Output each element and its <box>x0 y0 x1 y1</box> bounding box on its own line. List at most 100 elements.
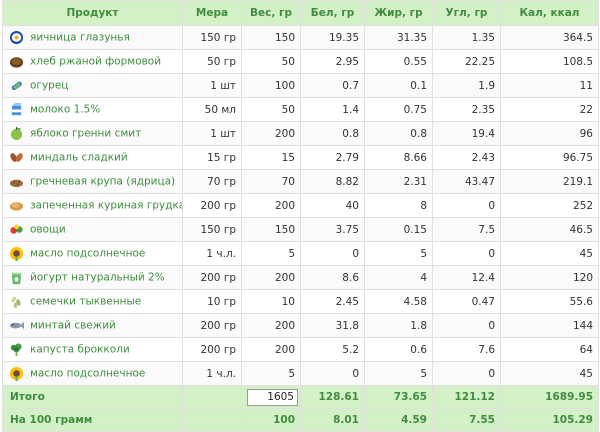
product-cell: овощи <box>2 217 183 242</box>
kcal-cell: 11 <box>500 73 599 98</box>
fat-cell: 8 <box>364 193 433 218</box>
kcal-cell: 252 <box>500 193 599 218</box>
measure-cell: 200 гр <box>182 193 242 218</box>
weight-cell: 200 <box>241 265 301 290</box>
product-name[interactable]: масло подсолнечное <box>30 248 145 260</box>
weight-cell: 200 <box>241 313 301 338</box>
per100-kcal: 105.29 <box>500 408 599 432</box>
product-cell: капуста брокколи <box>2 337 183 362</box>
kcal-cell: 55.6 <box>500 289 599 314</box>
total-measure-cell <box>182 385 242 409</box>
product-name[interactable]: запеченная куриная грудка <box>30 200 182 212</box>
milk-carton-icon <box>9 102 24 117</box>
sunflower-oil-icon <box>9 246 24 261</box>
per100-fat: 4.59 <box>364 408 433 432</box>
total-weight-cell <box>241 385 301 409</box>
protein-cell: 0.7 <box>300 73 365 98</box>
product-cell: минтай свежий <box>2 313 183 338</box>
protein-cell: 1.4 <box>300 97 365 122</box>
table-row: масло подсолнечное 1 ч.л. 5 0 5 0 45 <box>2 241 599 266</box>
product-cell: огурец <box>2 73 183 98</box>
sunflower-oil-icon <box>9 366 24 381</box>
carbs-cell: 7.6 <box>432 337 501 362</box>
weight-cell: 200 <box>241 193 301 218</box>
product-name[interactable]: яблоко гренни смит <box>30 128 141 140</box>
product-name[interactable]: хлеб ржаной формовой <box>30 56 161 68</box>
total-weight-input[interactable] <box>247 388 298 406</box>
kcal-cell: 96 <box>500 121 599 146</box>
fat-cell: 5 <box>364 361 433 386</box>
header-kcal: Кал, ккал <box>500 0 599 26</box>
kcal-cell: 22 <box>500 97 599 122</box>
protein-cell: 2.95 <box>300 49 365 74</box>
measure-cell: 70 гр <box>182 169 242 194</box>
carbs-cell: 2.43 <box>432 145 501 170</box>
header-weight: Вес, гр <box>241 0 301 26</box>
table-row: овощи 150 гр 150 3.75 0.15 7.5 46.5 <box>2 217 599 242</box>
protein-cell: 5.2 <box>300 337 365 362</box>
product-name[interactable]: молоко 1.5% <box>30 104 100 116</box>
product-name[interactable]: минтай свежий <box>30 320 116 332</box>
per100-protein: 8.01 <box>300 408 365 432</box>
table-row: яблоко гренни смит 1 шт 200 0.8 0.8 19.4 96 <box>2 121 599 146</box>
product-name[interactable]: гречневая крупа (ядрица) <box>30 176 175 188</box>
kcal-cell: 46.5 <box>500 217 599 242</box>
green-apple-icon <box>9 126 24 141</box>
header-protein: Бел, гр <box>300 0 365 26</box>
carbs-cell: 1.35 <box>432 25 501 50</box>
carbs-cell: 7.5 <box>432 217 501 242</box>
table-row: масло подсолнечное 1 ч.л. 5 0 5 0 45 <box>2 361 599 386</box>
kcal-cell: 219.1 <box>500 169 599 194</box>
header-carbs: Угл, гр <box>432 0 501 26</box>
product-name[interactable]: овощи <box>30 224 66 236</box>
carbs-cell: 22.25 <box>432 49 501 74</box>
measure-cell: 10 гр <box>182 289 242 314</box>
rye-bread-icon <box>9 54 24 69</box>
header-product: Продукт <box>2 0 183 26</box>
weight-cell: 150 <box>241 25 301 50</box>
protein-cell: 2.79 <box>300 145 365 170</box>
header-measure: Мера <box>182 0 242 26</box>
weight-cell: 10 <box>241 289 301 314</box>
header-fat: Жир, гр <box>364 0 433 26</box>
carbs-cell: 0 <box>432 241 501 266</box>
table-row: капуста брокколи 200 гр 200 5.2 0.6 7.6 64 <box>2 337 599 362</box>
table-row: гречневая крупа (ядрица) 70 гр 70 8.82 2.31 4… <box>2 169 599 194</box>
per100-row: На 100 грамм 100 8.01 4.59 7.55 105.29 <box>2 408 599 432</box>
measure-cell: 15 гр <box>182 145 242 170</box>
table-row: огурец 1 шт 100 0.7 0.1 1.9 11 <box>2 73 599 98</box>
product-name[interactable]: семечки тыквенные <box>30 296 141 308</box>
product-name[interactable]: яичница глазунья <box>30 32 130 44</box>
table-row: минтай свежий 200 гр 200 31.8 1.8 0 144 <box>2 313 599 338</box>
fat-cell: 8.66 <box>364 145 433 170</box>
product-name[interactable]: капуста брокколи <box>30 344 130 356</box>
weight-cell: 50 <box>241 49 301 74</box>
measure-cell: 1 ч.л. <box>182 241 242 266</box>
carbs-cell: 0 <box>432 313 501 338</box>
carbs-cell: 1.9 <box>432 73 501 98</box>
product-name[interactable]: масло подсолнечное <box>30 368 145 380</box>
protein-cell: 0.8 <box>300 121 365 146</box>
product-name[interactable]: миндаль сладкий <box>30 152 128 164</box>
fat-cell: 0.6 <box>364 337 433 362</box>
per100-measure-cell <box>182 408 242 432</box>
chicken-breast-icon <box>9 198 24 213</box>
weight-cell: 15 <box>241 145 301 170</box>
cucumber-icon <box>9 78 24 93</box>
yogurt-glass-icon <box>9 270 24 285</box>
kcal-cell: 108.5 <box>500 49 599 74</box>
measure-cell: 1 ч.л. <box>182 361 242 386</box>
carbs-cell: 0.47 <box>432 289 501 314</box>
pollock-fish-icon <box>9 318 24 333</box>
measure-cell: 50 гр <box>182 49 242 74</box>
table-row: запеченная куриная грудка 200 гр 200 40 8 0 25… <box>2 193 599 218</box>
carbs-cell: 43.47 <box>432 169 501 194</box>
carbs-cell: 0 <box>432 193 501 218</box>
weight-cell: 100 <box>241 73 301 98</box>
nutrition-table: Продукт Мера Вес, гр Бел, гр Жир, гр Угл… <box>2 0 599 432</box>
product-name[interactable]: йогурт натуральный 2% <box>30 272 165 284</box>
broccoli-icon <box>9 342 24 357</box>
product-name[interactable]: огурец <box>30 80 68 92</box>
weight-cell: 50 <box>241 97 301 122</box>
product-cell: миндаль сладкий <box>2 145 183 170</box>
